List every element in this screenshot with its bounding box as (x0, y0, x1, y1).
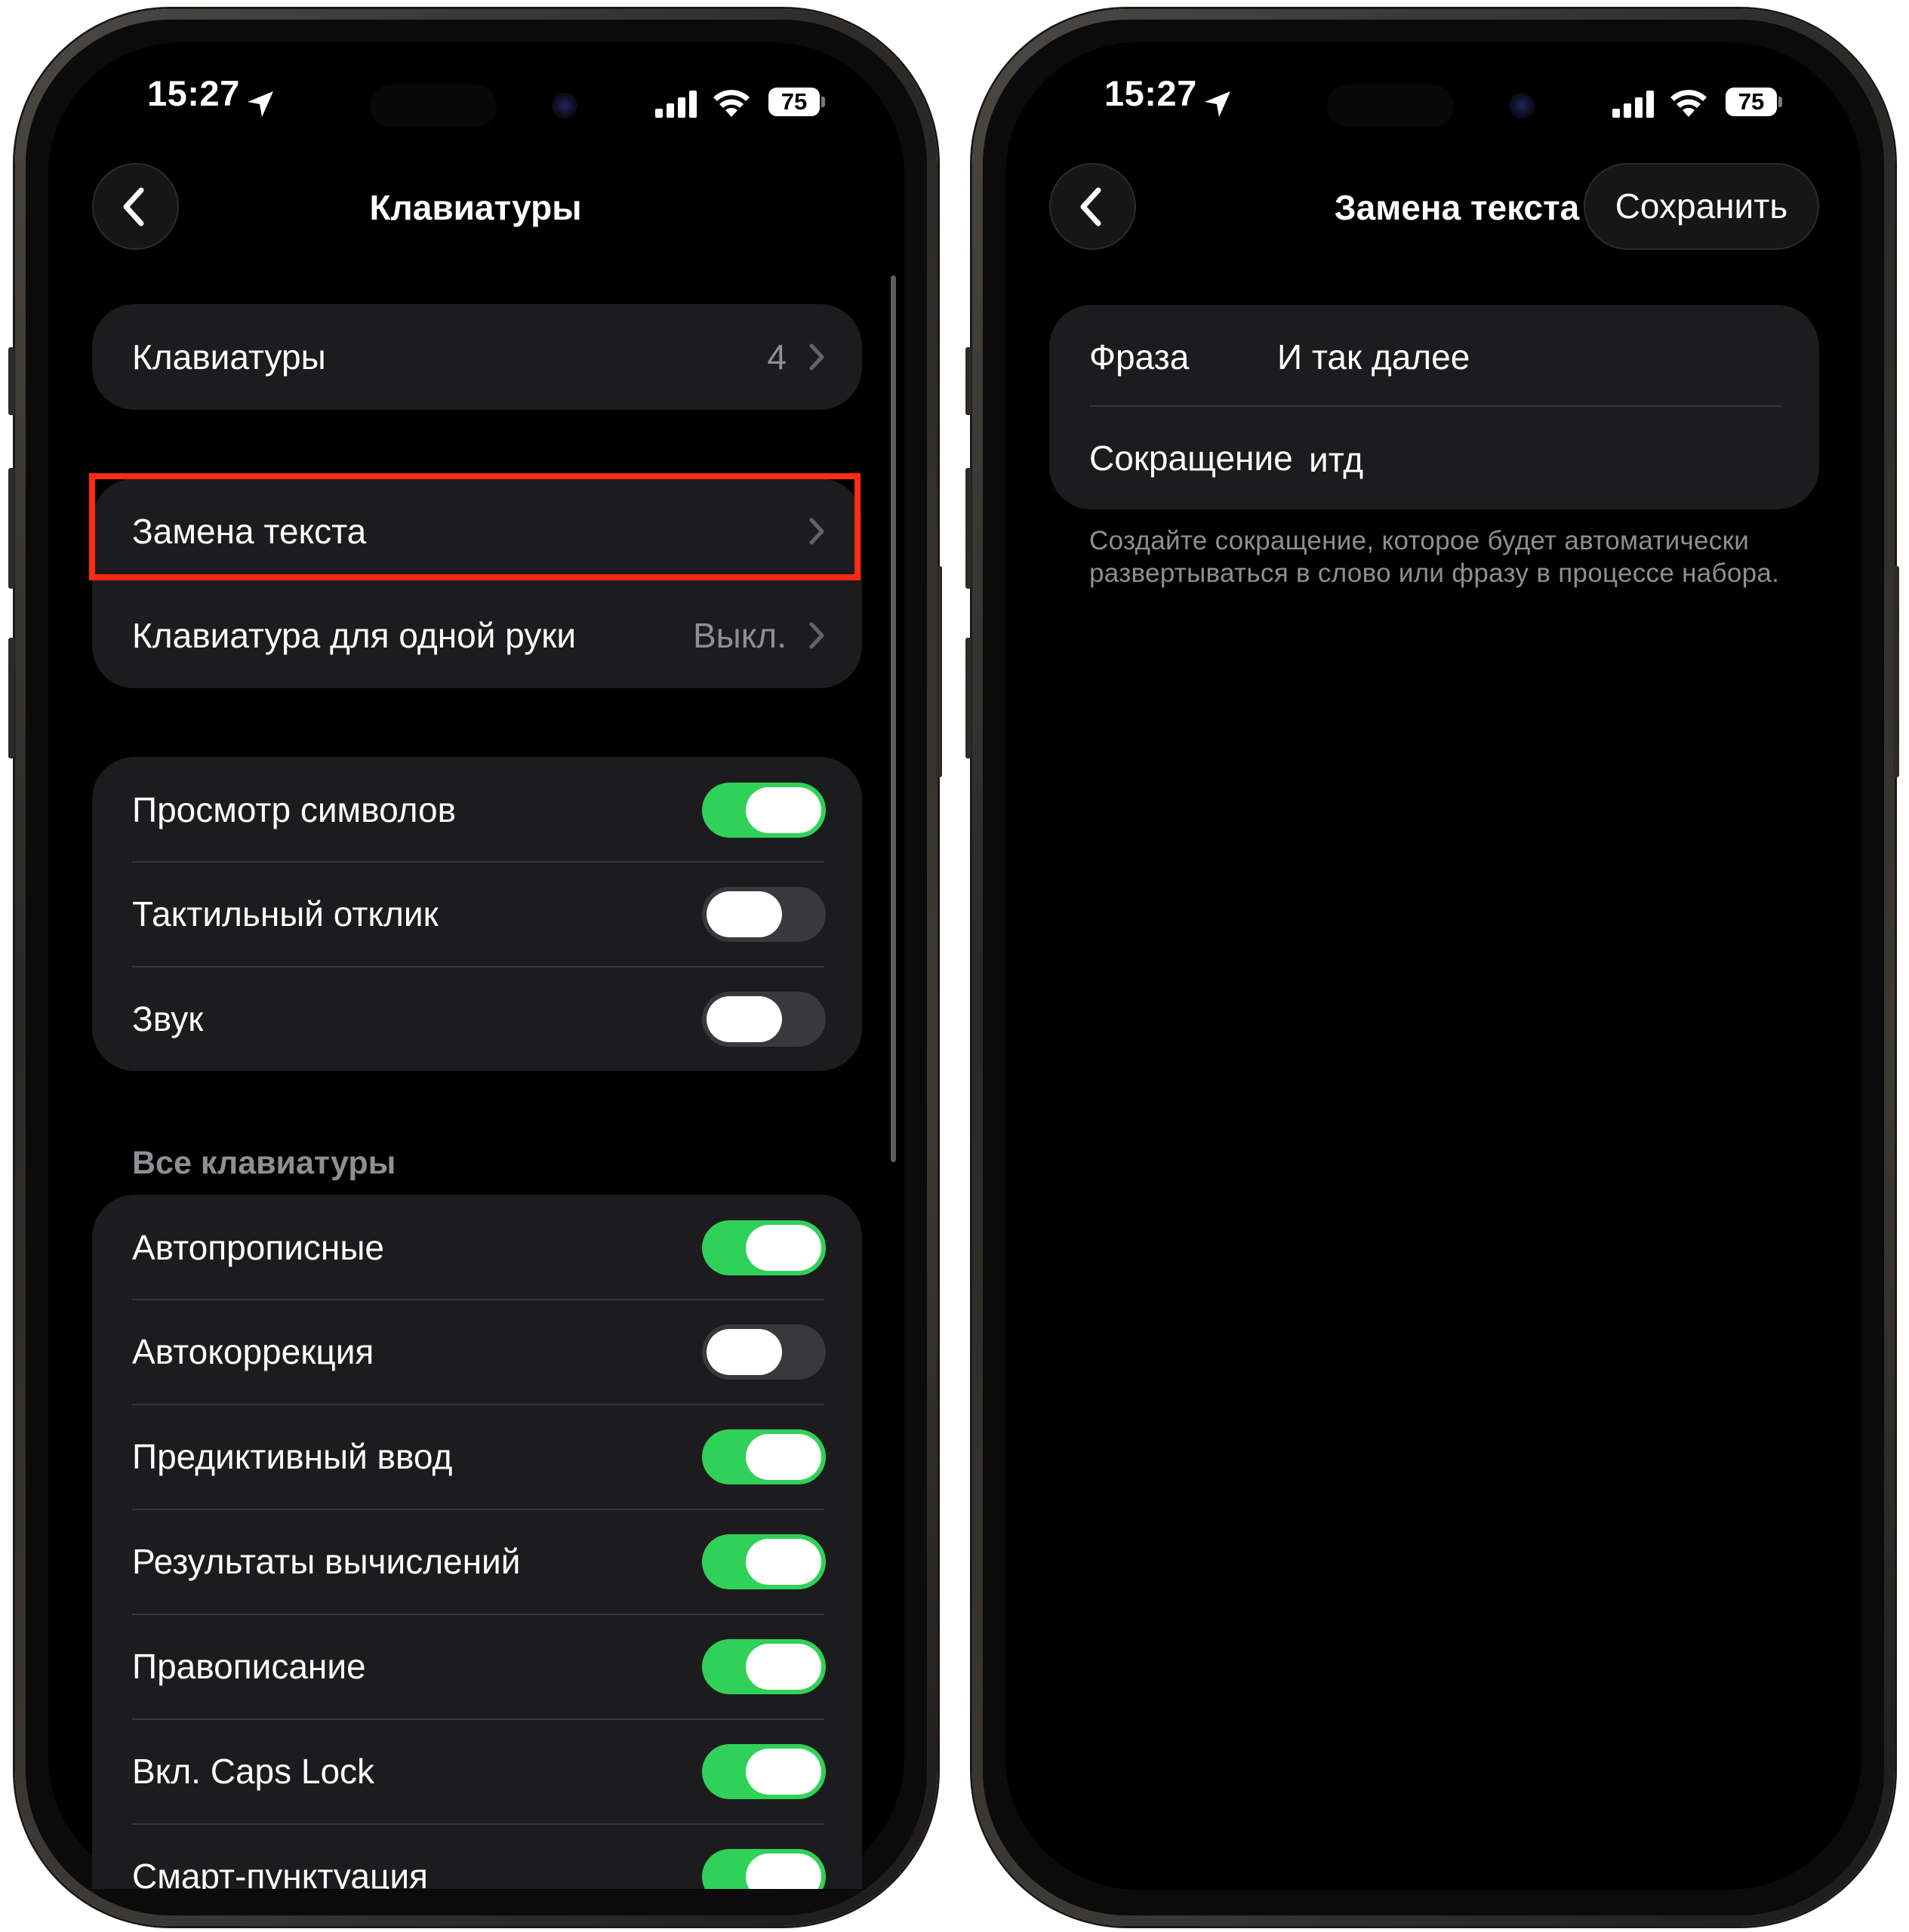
settings-row: Звук (92, 966, 862, 1072)
settings-row: Автокоррекция (92, 1299, 862, 1404)
one-handed-keyboard-row[interactable]: Клавиатура для одной руки Выкл. (92, 583, 862, 688)
back-chevron-icon (123, 187, 144, 226)
one-handed-keyboard-value: Выкл. (692, 616, 787, 655)
all-keyboards-group: Автопрописные Автокоррекция Предиктивный… (92, 1195, 862, 1889)
page-title: Замена текста (1334, 188, 1580, 227)
caps-lock-toggle[interactable] (702, 1744, 826, 1799)
settings-row: Вкл. Caps Lock (92, 1718, 862, 1824)
spell-check-toggle[interactable] (702, 1639, 826, 1694)
status-time: 15:27 (147, 73, 240, 113)
save-button[interactable]: Сохранить (1584, 163, 1819, 250)
dynamic-island (1327, 85, 1454, 127)
status-time: 15:27 (1104, 73, 1197, 113)
settings-row: Просмотр символов (92, 757, 862, 863)
all-keyboards-clip: Автопрописные Автокоррекция Предиктивный… (92, 1195, 862, 1889)
left-phone-action-button (8, 347, 14, 415)
row-separator (1089, 405, 1781, 407)
character-preview-toggle[interactable] (702, 783, 826, 838)
left-phone-volume-up (8, 468, 14, 589)
haptic-feedback-toggle[interactable] (702, 887, 826, 942)
toggle-label: Тактильный отклик (132, 894, 439, 934)
toggle-label: Предиктивный ввод (132, 1437, 453, 1476)
toggle-knob (746, 787, 821, 833)
chevron-right-icon (809, 343, 824, 371)
sound-toggle[interactable] (702, 992, 826, 1047)
smart-punctuation-toggle[interactable] (702, 1849, 826, 1889)
dynamic-island (370, 85, 497, 127)
toggle-label: Смарт-пунктуация (132, 1857, 428, 1889)
keyboards-row[interactable]: Клавиатуры 4 (92, 304, 862, 410)
toggle-knob (707, 891, 782, 937)
wifi-icon (1670, 90, 1707, 117)
keyboards-label: Клавиатуры (132, 337, 326, 377)
one-handed-keyboard-label: Клавиатура для одной руки (132, 616, 577, 655)
auto-capitalization-toggle[interactable] (702, 1220, 826, 1275)
settings-row: Тактильный отклик (92, 861, 862, 967)
battery-tip (1778, 97, 1782, 107)
right-phone-volume-up (965, 468, 971, 589)
left-phone-volume-down (8, 638, 14, 758)
shortcut-form-group: Фраза И так далее Сокращение итд (1049, 305, 1819, 509)
back-button[interactable] (92, 163, 179, 250)
toggle-knob (746, 1749, 821, 1795)
toggle-label: Автокоррекция (132, 1332, 374, 1371)
settings-row: Предиктивный ввод (92, 1404, 862, 1509)
toggle-knob (746, 1539, 821, 1585)
toggle-knob (707, 996, 782, 1042)
location-arrow-icon (1205, 91, 1230, 117)
settings-row: Автопрописные (92, 1195, 862, 1300)
front-camera (1509, 93, 1535, 118)
auto-correction-toggle[interactable] (702, 1324, 826, 1380)
toggle-knob (746, 1434, 821, 1480)
right-phone-power-button (1893, 566, 1899, 777)
highlight-box (89, 473, 861, 580)
settings-row: Результаты вычислений (92, 1509, 862, 1614)
right-phone-volume-down (965, 638, 971, 758)
location-arrow-icon (248, 91, 273, 117)
all-keyboards-header: Все клавиатуры (132, 1145, 396, 1181)
toggle-knob (707, 1329, 782, 1375)
toggle-label: Звук (132, 999, 204, 1038)
front-camera (552, 93, 577, 118)
phrase-label: Фраза (1089, 337, 1190, 377)
shortcut-field[interactable]: итд (1309, 439, 1363, 480)
toggle-knob (746, 1225, 821, 1271)
toggle-label: Просмотр символов (132, 790, 457, 829)
feedback-group: Просмотр символов Тактильный отклик Звук (92, 757, 862, 1071)
keyboards-count: 4 (767, 337, 787, 377)
chevron-right-icon (809, 622, 824, 649)
predictive-toggle[interactable] (702, 1429, 826, 1484)
battery-icon: 75 (1726, 88, 1777, 116)
shortcut-label: Сокращение (1089, 438, 1293, 478)
cellular-signal-icon (1612, 91, 1654, 118)
right-phone-action-button (965, 347, 971, 415)
phrase-field[interactable]: И так далее (1277, 337, 1470, 377)
battery-tip (821, 97, 825, 107)
back-chevron-icon (1080, 187, 1101, 226)
toggle-label: Вкл. Caps Lock (132, 1752, 375, 1791)
battery-icon: 75 (768, 88, 820, 116)
toggle-label: Результаты вычислений (132, 1542, 521, 1581)
toggle-knob (746, 1644, 821, 1690)
scroll-indicator[interactable] (891, 275, 896, 1162)
settings-row: Смарт-пунктуация (92, 1823, 862, 1889)
math-results-toggle[interactable] (702, 1534, 826, 1589)
back-button[interactable] (1049, 163, 1136, 250)
toggle-label: Автопрописные (132, 1228, 384, 1267)
footer-hint: Создайте сокращение, которое будет автом… (1089, 526, 1780, 588)
toggle-label: Правописание (132, 1647, 366, 1686)
toggle-knob (746, 1854, 821, 1889)
cellular-signal-icon (655, 91, 697, 118)
keyboards-group: Клавиатуры 4 (92, 304, 862, 410)
wifi-icon (713, 90, 750, 117)
left-phone-power-button (936, 566, 942, 777)
settings-row: Правописание (92, 1614, 862, 1719)
page-title: Клавиатуры (369, 188, 582, 227)
